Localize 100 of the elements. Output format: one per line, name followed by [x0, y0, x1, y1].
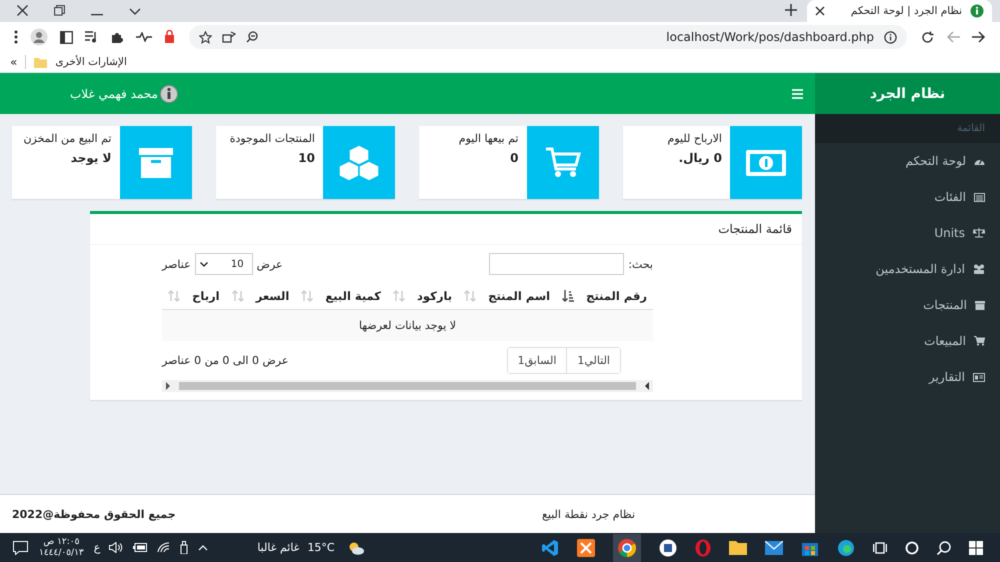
horizontal-scrollbar[interactable]	[162, 380, 653, 392]
column-header[interactable]: كمية البيع	[295, 289, 387, 303]
chrome-icon[interactable]	[613, 534, 641, 562]
cart-icon	[974, 336, 985, 346]
info-box-value: لا يوجد	[70, 151, 112, 165]
column-header[interactable]: ارباح	[162, 289, 226, 303]
length-label: عناصر	[162, 258, 191, 270]
opera-icon[interactable]	[695, 538, 711, 556]
menu-icon[interactable]	[14, 30, 18, 44]
close-icon[interactable]	[17, 5, 28, 16]
sort-icon	[168, 290, 180, 302]
scroll-left-icon[interactable]	[644, 382, 650, 390]
minimize-icon[interactable]	[91, 14, 103, 16]
sidebar-item[interactable]: التقارير	[815, 359, 1000, 395]
media-icon[interactable]	[85, 31, 99, 43]
star-icon[interactable]	[199, 30, 212, 44]
panel-title: قائمة المنتجات	[90, 214, 802, 245]
url-text: localhost/Work/pos/dashboard.php	[666, 30, 874, 44]
code-editor-icon[interactable]	[541, 538, 559, 556]
users-icon	[973, 264, 985, 274]
page-length-select[interactable]: 10	[194, 253, 253, 275]
volume-icon[interactable]	[109, 542, 124, 553]
column-header[interactable]: السعر	[226, 289, 296, 303]
clock[interactable]: ١٢:٠٥ ص ١٤٤٤/٠٥/١٣	[39, 536, 84, 558]
search-icon[interactable]	[937, 540, 951, 554]
archive-icon	[138, 148, 172, 178]
windows-start-icon[interactable]	[969, 540, 983, 554]
input-language[interactable]: ع	[94, 541, 100, 554]
id-card-icon	[973, 372, 985, 382]
info-box-label: الارباح لليوم	[668, 132, 722, 145]
chevron-down-icon[interactable]	[129, 8, 141, 16]
folder-icon[interactable]	[729, 540, 747, 554]
list-icon	[974, 192, 985, 202]
info-box-value: 0	[510, 151, 518, 165]
info-box-label: تم البيع من المخزن	[23, 132, 112, 145]
search-field[interactable]	[489, 253, 624, 275]
sidebar-item[interactable]: ادارة المستخدمين	[815, 251, 1000, 287]
sort-icon	[232, 290, 244, 302]
info-icon	[160, 84, 178, 102]
avatar-icon[interactable]	[30, 28, 48, 46]
xampp-icon[interactable]	[577, 538, 595, 556]
info-box-label: المنتجات الموجودة	[230, 132, 315, 145]
temperature-text[interactable]: 15°C	[307, 541, 335, 554]
sidebar-item[interactable]: الفئات	[815, 179, 1000, 215]
restore-icon[interactable]	[54, 5, 65, 16]
wifi-icon[interactable]	[157, 542, 170, 553]
scroll-right-icon[interactable]	[165, 382, 171, 390]
archive-icon	[975, 300, 985, 310]
sort-icon	[301, 290, 314, 302]
weather-text[interactable]: غائم غالبا	[257, 541, 300, 554]
reload-icon[interactable]	[921, 30, 934, 44]
banknote-icon	[745, 148, 787, 176]
info-icon[interactable]	[884, 30, 897, 44]
mail-icon[interactable]	[765, 540, 783, 554]
app-logo[interactable]: نظام الجرد	[815, 73, 1000, 114]
lock-icon[interactable]	[164, 30, 175, 44]
forward-icon[interactable]	[972, 31, 986, 43]
menu-heading: القائمة	[815, 114, 1000, 143]
chevron-up-icon[interactable]	[198, 544, 208, 550]
length-label: عرض	[256, 258, 283, 270]
browser-icon[interactable]	[837, 538, 855, 556]
column-header[interactable]: باركود	[386, 289, 458, 303]
new-tab-icon[interactable]	[785, 4, 797, 16]
browser-tab[interactable]: نظام الجرد | لوحة التحكم	[807, 0, 992, 22]
close-tab-icon[interactable]	[815, 6, 825, 16]
search-label: بحث:	[628, 258, 653, 270]
info-box-label: تم بيعها اليوم	[458, 132, 518, 145]
battery-icon[interactable]	[133, 543, 148, 552]
usb-icon[interactable]	[180, 541, 188, 554]
task-view-icon[interactable]	[873, 540, 887, 554]
sort-icon	[464, 290, 476, 302]
bookmarks-overflow[interactable]: »	[10, 55, 18, 69]
notifications-icon[interactable]	[13, 540, 28, 554]
sidebar-item[interactable]: لوحة التحكم	[815, 143, 1000, 179]
weather-icon[interactable]	[348, 540, 364, 554]
info-box-value: 10	[298, 151, 315, 165]
sidebar-item[interactable]: المنتجات	[815, 287, 1000, 323]
cart-icon	[544, 146, 580, 178]
sidebar-item[interactable]: Units	[815, 215, 1000, 251]
pagination-button[interactable]: التالي1	[566, 348, 620, 373]
sidebar-icon[interactable]	[60, 30, 73, 44]
column-header[interactable]: رقم المنتج	[556, 289, 653, 303]
bookmark-folder-label[interactable]: الإشارات الأخرى	[55, 56, 127, 68]
puzzle-icon[interactable]	[111, 30, 124, 44]
sidebar-item[interactable]: المبيعات	[815, 323, 1000, 359]
scale-icon	[973, 228, 985, 238]
zoom-icon[interactable]	[246, 31, 258, 43]
tab-title: نظام الجرد | لوحة التحكم	[850, 5, 962, 17]
column-header[interactable]: اسم المنتج	[458, 289, 556, 303]
app-icon[interactable]	[659, 538, 677, 556]
sort-ascending-icon	[562, 290, 574, 302]
share-icon[interactable]	[222, 31, 236, 43]
favicon-icon	[970, 4, 984, 18]
copyright-text: جميع الحقوق محفوظة@2022	[12, 508, 176, 520]
chevron-down-icon	[200, 262, 208, 266]
sort-icon	[392, 290, 405, 302]
cortana-icon[interactable]	[905, 540, 919, 554]
address-bar[interactable]: localhost/Work/pos/dashboard.php	[189, 25, 907, 49]
pulse-icon[interactable]	[136, 32, 152, 42]
empty-table-message: لا يوجد بيانات لعرضها	[162, 310, 653, 341]
